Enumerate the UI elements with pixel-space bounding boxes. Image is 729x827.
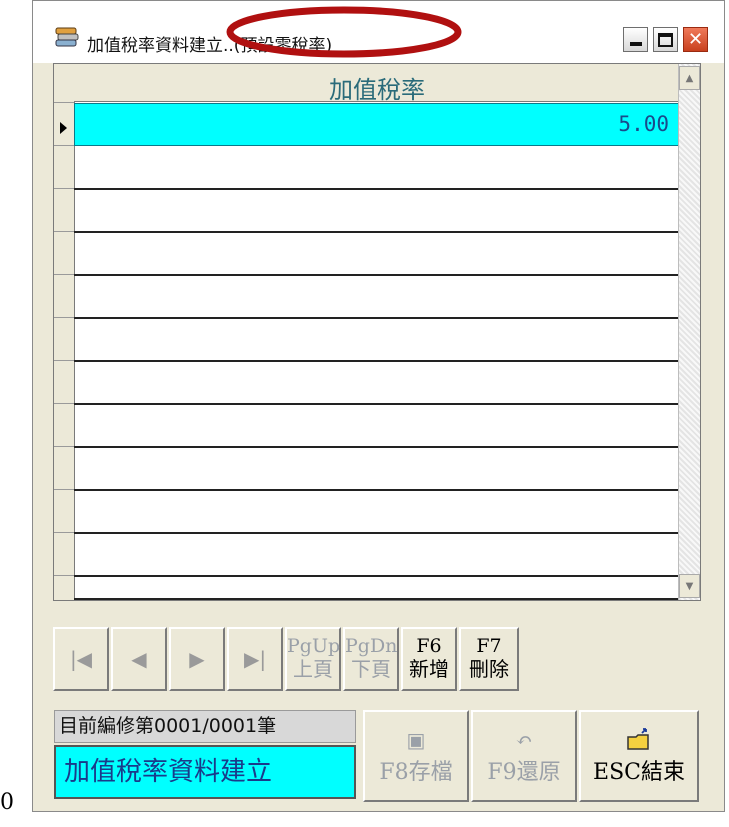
close-icon: ✕ — [687, 28, 704, 50]
add-record-label: 新增 — [409, 657, 449, 681]
column-header[interactable]: 加值稅率 — [74, 64, 680, 104]
restore-button[interactable]: ↶ F9還原 — [471, 710, 577, 802]
table-row[interactable] — [74, 276, 680, 319]
current-row-pointer-icon — [60, 122, 67, 134]
vertical-scrollbar[interactable]: ▲ ▼ — [678, 64, 700, 600]
table-row[interactable] — [74, 319, 680, 362]
exit-label: ESC結束 — [593, 760, 685, 785]
save-icon: ▣ — [406, 728, 426, 752]
table-row[interactable] — [74, 233, 680, 276]
delete-record-label: 刪除 — [469, 657, 509, 681]
maximize-button[interactable] — [653, 27, 678, 52]
exit-folder-glyph — [627, 728, 649, 750]
page-up-label: 上頁 — [293, 657, 333, 681]
next-record-button[interactable]: ▶ — [169, 627, 225, 691]
add-record-button[interactable]: F6 新增 — [401, 627, 457, 691]
app-window: 加值稅率資料建立..(預設零稅率) ✕ 加值稅率 5.00 ▲ ▼ |◀ ◀ ▶… — [32, 0, 725, 812]
save-label: F8存檔 — [379, 760, 453, 785]
table-row[interactable] — [74, 362, 680, 405]
app-stack-icon — [55, 27, 79, 47]
record-position-status: 目前編修第0001/0001筆 — [54, 710, 356, 743]
last-record-button[interactable]: ▶| — [227, 627, 283, 691]
previous-record-icon: ◀ — [131, 647, 147, 671]
restore-label: F9還原 — [487, 760, 561, 785]
table-row[interactable] — [74, 405, 680, 448]
page-down-label: 下頁 — [351, 657, 391, 681]
previous-record-button[interactable]: ◀ — [111, 627, 167, 691]
last-record-icon: ▶| — [243, 647, 267, 671]
maximize-icon — [658, 32, 673, 47]
minimize-button[interactable] — [623, 27, 648, 52]
table-row[interactable] — [74, 190, 680, 233]
scroll-up-icon[interactable]: ▲ — [679, 66, 700, 90]
window-title: 加值稅率資料建立..(預設零稅率) — [87, 36, 333, 56]
stray-character: 0 — [0, 790, 14, 815]
table-row[interactable] — [74, 491, 680, 534]
record-indicator-column — [54, 64, 75, 600]
page-up-button[interactable]: PgUp 上頁 — [285, 627, 341, 691]
next-record-icon: ▶ — [189, 647, 205, 671]
module-title-banner: 加值稅率資料建立 — [54, 745, 356, 799]
undo-icon: ↶ — [515, 728, 533, 752]
first-record-button[interactable]: |◀ — [53, 627, 109, 691]
title-bar: 加值稅率資料建立..(預設零稅率) ✕ — [33, 1, 724, 63]
tax-rate-grid[interactable]: 加值稅率 5.00 ▲ ▼ — [53, 63, 701, 601]
exit-button[interactable]: ESC結束 — [579, 710, 699, 802]
add-record-key: F6 — [416, 635, 442, 657]
delete-record-key: F7 — [476, 635, 502, 657]
page-up-key: PgUp — [287, 635, 341, 657]
table-row[interactable] — [74, 577, 680, 600]
minimize-icon — [629, 41, 642, 46]
page-down-key: PgDn — [345, 635, 398, 657]
page-down-button[interactable]: PgDn 下頁 — [343, 627, 399, 691]
close-button[interactable]: ✕ — [683, 27, 708, 52]
table-row[interactable] — [74, 147, 680, 190]
scroll-down-icon[interactable]: ▼ — [679, 574, 700, 598]
table-row[interactable] — [74, 534, 680, 577]
exit-folder-icon — [581, 728, 697, 758]
delete-record-button[interactable]: F7 刪除 — [459, 627, 519, 691]
save-button[interactable]: ▣ F8存檔 — [363, 710, 469, 802]
tax-rate-cell[interactable]: 5.00 — [618, 112, 669, 136]
table-row[interactable] — [74, 448, 680, 491]
table-row-selected[interactable]: 5.00 — [74, 103, 680, 146]
column-header-label: 加值稅率 — [329, 76, 425, 104]
first-record-icon: |◀ — [69, 647, 93, 671]
